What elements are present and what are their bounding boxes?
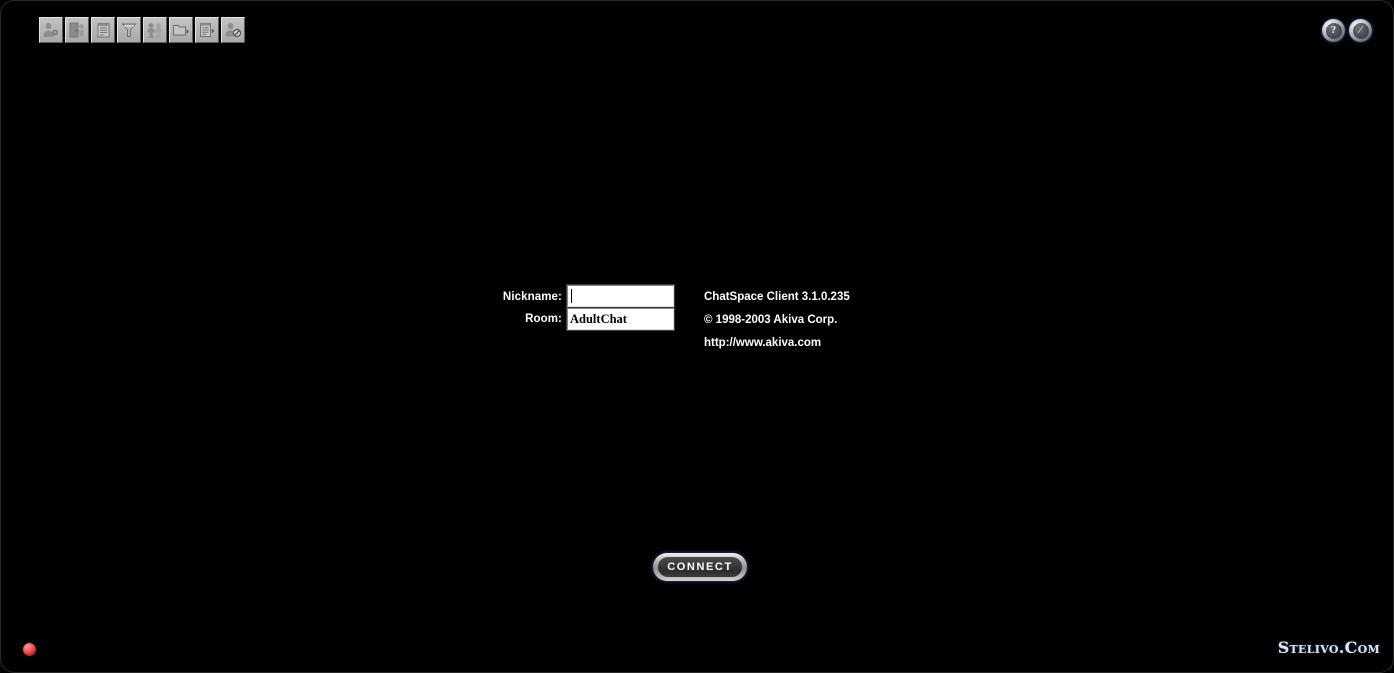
toolbar-button-exit-room[interactable] bbox=[65, 17, 89, 43]
watermark: Stelivo.Com bbox=[1277, 638, 1380, 657]
copyright-text: © 1998-2003 Akiva Corp. bbox=[704, 314, 838, 326]
disconnect-icon: ∕ bbox=[1352, 22, 1369, 39]
document-arrow-icon bbox=[198, 21, 216, 39]
folder-arrow-icon bbox=[172, 21, 190, 39]
funnel-filter-icon bbox=[120, 21, 138, 39]
room-row: Room: AdultChat bbox=[497, 307, 675, 331]
room-value: AdultChat bbox=[570, 311, 627, 326]
people-group-icon bbox=[146, 21, 164, 39]
titlebar-buttons: ? ∕ bbox=[1322, 19, 1372, 42]
client-info: ChatSpace Client 3.1.0.235 © 1998-2003 A… bbox=[704, 285, 850, 355]
help-button[interactable]: ? bbox=[1322, 19, 1345, 42]
disconnect-button[interactable]: ∕ bbox=[1349, 19, 1372, 42]
door-exit-icon bbox=[68, 21, 86, 39]
toolbar bbox=[39, 17, 247, 43]
form-fields: Nickname: Room: AdultChat bbox=[497, 284, 675, 331]
room-label: Room: bbox=[525, 313, 562, 325]
app-window: ? ∕ Nickname: Room: AdultChat ChatSpace … bbox=[0, 0, 1394, 673]
connect-button[interactable]: CONNECT bbox=[653, 553, 747, 581]
nickname-label: Nickname: bbox=[502, 290, 562, 303]
help-icon: ? bbox=[1325, 22, 1342, 39]
toolbar-button-user-list[interactable] bbox=[143, 17, 167, 43]
notepad-list-icon bbox=[94, 21, 112, 39]
nickname-row: Nickname: bbox=[497, 284, 675, 308]
room-input[interactable]: AdultChat bbox=[566, 307, 675, 331]
toolbar-button-filter[interactable] bbox=[117, 17, 141, 43]
toolbar-button-user-profile[interactable] bbox=[39, 17, 63, 43]
toolbar-button-rooms[interactable] bbox=[169, 17, 193, 43]
status-led bbox=[23, 643, 36, 656]
nickname-input[interactable] bbox=[566, 284, 675, 308]
user-profile-icon bbox=[42, 21, 60, 39]
website-text: http://www.akiva.com bbox=[704, 337, 822, 349]
toolbar-button-scripts[interactable] bbox=[195, 17, 219, 43]
user-block-icon bbox=[224, 21, 242, 39]
client-version-text: ChatSpace Client 3.1.0.235 bbox=[704, 291, 850, 303]
toolbar-button-message-log[interactable] bbox=[91, 17, 115, 43]
toolbar-button-ignore-list[interactable] bbox=[221, 17, 245, 43]
text-caret bbox=[571, 289, 572, 303]
login-form: Nickname: Room: AdultChat ChatSpace Clie… bbox=[497, 284, 850, 355]
connect-button-label: CONNECT bbox=[658, 557, 742, 577]
